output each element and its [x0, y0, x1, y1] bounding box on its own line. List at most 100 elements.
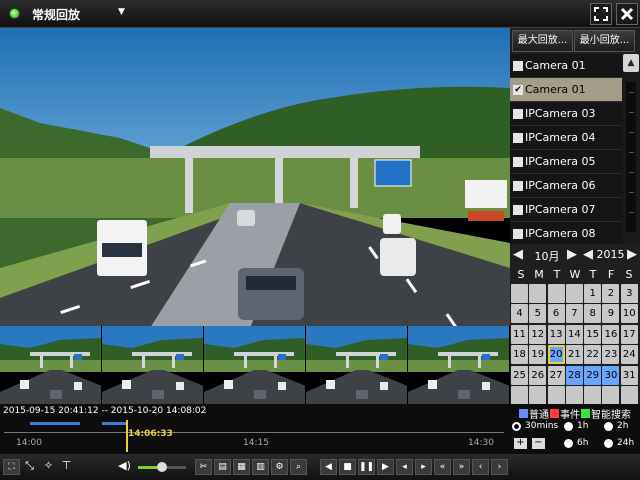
tick-label: 14:15	[243, 438, 269, 448]
video-thumbnail[interactable]	[0, 326, 102, 404]
calendar-day[interactable]: 2	[602, 284, 620, 303]
interval-2h[interactable]: 2h	[604, 421, 628, 431]
calendar-day[interactable]: 28	[565, 365, 583, 385]
fullscreen-button[interactable]	[590, 3, 612, 25]
year-prev-icon[interactable]: ◀	[583, 247, 593, 262]
camera-item[interactable]: IPCamera 08	[510, 222, 622, 246]
zoom-out-button[interactable]: −	[532, 438, 545, 449]
checkbox-icon[interactable]	[513, 204, 523, 215]
scrollbar-thumb[interactable]	[626, 82, 636, 232]
calendar-day[interactable]: 4	[511, 304, 528, 324]
video-thumbnail[interactable]	[408, 326, 510, 404]
tag-add-icon[interactable]: ▤	[214, 459, 231, 475]
year-next-icon[interactable]: ▶	[627, 247, 637, 262]
checkbox-icon[interactable]	[513, 60, 523, 71]
stop-icon[interactable]: ■	[339, 459, 356, 475]
calendar-day[interactable]: 21	[565, 345, 583, 365]
prev-icon[interactable]: ‹	[472, 459, 489, 475]
calendar-day[interactable]: 14	[565, 324, 583, 344]
settings-icon[interactable]: ⚙	[271, 459, 288, 475]
checkbox-checked-icon[interactable]: ✔	[513, 84, 523, 95]
step-back-icon[interactable]: ◂	[396, 459, 413, 475]
tag-custom-icon[interactable]: ▦	[233, 459, 250, 475]
fast-icon[interactable]: »	[453, 459, 470, 475]
calendar-day[interactable]: 8	[584, 304, 602, 324]
calendar-day[interactable]: 7	[565, 304, 583, 324]
interval-6h[interactable]: 6h	[564, 438, 588, 448]
calendar-day[interactable]: 17	[620, 324, 638, 344]
max-playback-button[interactable]: 最大回放...	[512, 30, 573, 52]
slow-icon[interactable]: «	[434, 459, 451, 475]
month-next-icon[interactable]: ▶	[567, 247, 577, 262]
camera-item[interactable]: Camera 01	[510, 54, 622, 78]
calendar-day[interactable]: 12	[529, 324, 547, 344]
camera-item[interactable]: IPCamera 05	[510, 150, 622, 174]
record-segment	[102, 422, 128, 425]
calendar-day[interactable]: 29	[584, 365, 602, 385]
calendar-day[interactable]: 30	[602, 365, 620, 385]
calendar-day[interactable]: 26	[529, 365, 547, 385]
digital-zoom-icon[interactable]: ✧	[40, 459, 57, 475]
interval-24h[interactable]: 24h	[604, 438, 634, 448]
calendar-day[interactable]: 3	[620, 284, 638, 303]
calendar-day[interactable]: 31	[620, 365, 638, 385]
video-thumbnail[interactable]	[204, 326, 306, 404]
chevron-down-icon[interactable]: ▼	[118, 7, 125, 17]
calendar-day[interactable]: 9	[602, 304, 620, 324]
video-thumbnail[interactable]	[102, 326, 204, 404]
close-button[interactable]	[616, 3, 638, 25]
zoom-in-button[interactable]: +	[514, 438, 527, 449]
calendar-day[interactable]: 15	[584, 324, 602, 344]
camera-item[interactable]: IPCamera 06	[510, 174, 622, 198]
checkbox-icon[interactable]	[513, 228, 523, 239]
camera-item[interactable]: IPCamera 03	[510, 102, 622, 126]
month-prev-icon[interactable]: ◀	[513, 247, 523, 262]
pause-icon[interactable]: ❚❚	[358, 459, 375, 475]
calendar-day[interactable]: 24	[620, 345, 638, 365]
timeline-track[interactable]	[4, 418, 504, 432]
volume-icon[interactable]: ◀)	[116, 459, 133, 475]
calendar-day[interactable]: 5	[529, 304, 547, 324]
main-video-view[interactable]	[0, 28, 510, 326]
calendar-day[interactable]: 20	[547, 345, 565, 365]
calendar-day[interactable]: 22	[584, 345, 602, 365]
calendar-day[interactable]: 6	[547, 304, 565, 324]
calendar-day[interactable]: 1	[584, 284, 602, 303]
interval-1h[interactable]: 1h	[564, 421, 588, 431]
camera-list-scrollbar[interactable]: ▲ ▼	[622, 54, 640, 270]
zoom-line-icon[interactable]: ⤡	[21, 459, 38, 475]
checkbox-icon[interactable]	[513, 108, 523, 119]
calendar-day[interactable]: 23	[602, 345, 620, 365]
clip-icon[interactable]: ✂	[195, 459, 212, 475]
checkbox-icon[interactable]	[513, 132, 523, 143]
calendar-day[interactable]: 13	[547, 324, 565, 344]
filter-icon[interactable]: ⊤	[58, 459, 75, 475]
calendar-day[interactable]: 11	[511, 324, 528, 344]
split-screen-icon[interactable]: ⛶	[3, 459, 20, 475]
checkbox-icon[interactable]	[513, 156, 523, 167]
video-thumbnail[interactable]	[306, 326, 408, 404]
calendar-day[interactable]: 10	[620, 304, 638, 324]
play-icon[interactable]: ▶	[377, 459, 394, 475]
reverse-play-icon[interactable]: ◀	[320, 459, 337, 475]
camera-item[interactable]: IPCamera 07	[510, 198, 622, 222]
search-icon[interactable]: ⌕	[290, 459, 307, 475]
step-forward-icon[interactable]: ▸	[415, 459, 432, 475]
timeline[interactable]: 2015-09-15 20:41:12 -- 2015-10-20 14:08:…	[0, 404, 510, 454]
thumbnail-strip[interactable]	[0, 326, 510, 404]
calendar-day[interactable]: 27	[547, 365, 565, 385]
calendar-day[interactable]: 25	[511, 365, 528, 385]
camera-item[interactable]: ✔ Camera 01	[510, 78, 622, 102]
volume-knob[interactable]	[157, 462, 167, 472]
camera-item[interactable]: IPCamera 04	[510, 126, 622, 150]
scroll-up-icon[interactable]: ▲	[623, 54, 639, 72]
interval-30mins[interactable]: 30mins	[512, 421, 558, 431]
tag-manage-icon[interactable]: ▥	[252, 459, 269, 475]
checkbox-icon[interactable]	[513, 180, 523, 191]
calendar-day[interactable]: 18	[511, 345, 528, 365]
calendar-day[interactable]: 19	[529, 345, 547, 365]
calendar-day[interactable]: 16	[602, 324, 620, 344]
min-playback-button[interactable]: 最小回放...	[574, 30, 635, 52]
volume-slider[interactable]	[138, 462, 186, 472]
next-icon[interactable]: ›	[491, 459, 508, 475]
